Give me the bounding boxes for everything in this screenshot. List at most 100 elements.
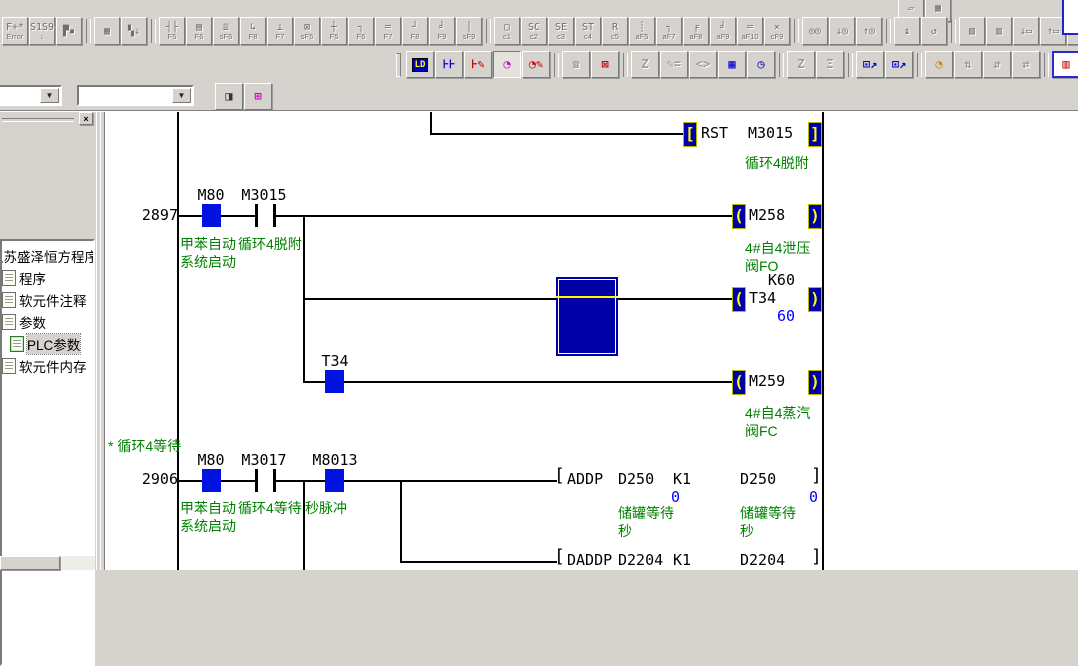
project-data-list-icon: ⊞ [254,90,261,103]
sidebar-item-item1[interactable]: 软元件注释 [2,290,87,310]
copy-stack-button[interactable]: ▥ [986,17,1012,45]
panel-hscrollbar[interactable] [0,556,95,570]
step-sort-button[interactable]: S1S9↓ [29,17,55,45]
addp-instruction[interactable]: ADDP [567,471,603,487]
insert-row-button[interactable]: ↓▭ [1013,17,1039,45]
step-down-button[interactable]: ⇵ [983,51,1011,78]
tree-root-project[interactable]: 江苏盛泽恒方程序2 [0,246,95,266]
instruction-list-button[interactable]: ⊦⊦ [435,51,463,78]
sidebar-item-item2[interactable]: 参数 [2,312,46,332]
contact-t34-on[interactable] [325,370,344,393]
daddp-instruction[interactable]: DADDP [567,552,612,568]
st-button[interactable]: STc4 [575,17,601,45]
open-contact-button[interactable]: ┤├F5 [159,17,185,45]
af10-button[interactable]: ═aF10 [737,17,763,45]
contact-m3017[interactable] [273,469,276,492]
panel-splitter[interactable] [95,112,105,570]
panel-grip[interactable] [2,118,74,122]
sc-button[interactable]: SCc2 [521,17,547,45]
coil-paren-open-active[interactable]: ( [732,204,746,229]
scrollbar-thumb[interactable] [0,556,60,570]
compare-button[interactable]: <> [689,51,717,78]
parallel-branch-button[interactable]: ≣sF6 [213,17,239,45]
corner-up-button[interactable]: ┘F8 [402,17,428,45]
comment-edit-button[interactable]: ⊦✎ [464,51,492,78]
grid-display-button[interactable]: ▦ [94,17,120,45]
contact-m80-on[interactable] [202,204,221,227]
af9-button[interactable]: ╛aF9 [710,17,736,45]
z2-gray-button[interactable]: Z [787,51,815,78]
sidebar-item-item0[interactable]: 程序 [2,268,46,288]
rst-instruction[interactable]: RST [701,125,728,141]
af7-button[interactable]: ┐aF7 [656,17,682,45]
function-key-label: aF5 [636,33,649,41]
se-button[interactable]: SEc3 [548,17,574,45]
se-icon: SE [555,22,567,33]
find-button[interactable]: ◎◎ [802,17,828,45]
step-number-2906: 2906 [135,471,178,487]
vertical-line-button[interactable]: ⊥F7 [267,17,293,45]
device-edit-button[interactable]: ◔✎ [522,51,550,78]
telephone-button[interactable]: ☎ [562,51,590,78]
select-range-button[interactable]: ▨ [959,17,985,45]
vertical-out-button[interactable]: ↳F8 [240,17,266,45]
step-break-button[interactable]: ⇄ [1012,51,1040,78]
contact-m3015[interactable] [273,204,276,227]
addp-op3: D250 [740,471,776,487]
three-gray-button[interactable]: Ξ [816,51,844,78]
program-check-button[interactable]: F+*Error [2,17,28,45]
tree-list-button[interactable]: ▚↓ [121,17,147,45]
c1-button[interactable]: ▢c1 [494,17,520,45]
chevron-down-icon[interactable]: ▼ [40,88,59,103]
clock-find-button[interactable]: ◷ [747,51,775,78]
window-jump1-button[interactable]: ⊡↗ [856,51,884,78]
rst-bracket-open-active[interactable]: [ [683,122,697,147]
coil-paren-open-active[interactable]: ( [732,370,746,395]
edit-cursor[interactable] [556,277,618,356]
line-write-button[interactable]: ╛F9 [429,17,455,45]
find-next-button[interactable]: ↓◎ [829,17,855,45]
monitor-find-button[interactable]: ◔ [925,51,953,78]
toolbar-drag-handle[interactable] [396,53,401,77]
find-prev-button[interactable]: ↑◎ [856,17,882,45]
horizontal-line-button[interactable]: ┼F5 [321,17,347,45]
delete-x-button[interactable]: ⊠ [591,51,619,78]
parallel-contact-button[interactable]: ▤F6 [186,17,212,45]
contact-label: M3015 [235,187,293,203]
coil-m258-label[interactable]: M258 [749,207,785,223]
vline-write-button[interactable]: │sF9 [456,17,482,45]
ladder-mode-button[interactable]: LD [406,51,434,78]
pencil-eq-button[interactable]: ✎= [660,51,688,78]
z-gray-button[interactable]: Z [631,51,659,78]
comment-edit-icon: ⊦✎ [471,58,484,71]
sidebar-item-item4[interactable]: 软元件内存 [2,356,87,376]
window-grid-button[interactable]: ▦ [718,51,746,78]
af5-button[interactable]: ┊aF5 [629,17,655,45]
close-icon[interactable]: × [79,112,93,125]
parallel-contact-icon: ▤ [196,22,202,33]
af8-button[interactable]: ╒aF8 [683,17,709,45]
sidebar-item-plc-parameter[interactable]: PLC参数 [10,334,80,354]
jump-button[interactable]: ↨ [894,17,920,45]
compare-icon: <> [696,58,710,71]
coil-button[interactable]: ⊠sF5 [294,17,320,45]
corner-down-button[interactable]: ┐F6 [348,17,374,45]
r-button[interactable]: Rc5 [602,17,628,45]
step-up-button[interactable]: ⇅ [954,51,982,78]
cf9-button[interactable]: ×cF9 [764,17,790,45]
contact-m8013-on[interactable] [325,469,344,492]
comment-display-button[interactable]: ◨ [215,83,243,110]
coil-m259-label[interactable]: M259 [749,373,785,389]
device-find-button[interactable]: ◔ [493,51,521,78]
program-select-combo[interactable]: ▼ [0,85,62,106]
double-line-button[interactable]: ═F7 [375,17,401,45]
device-select-combo[interactable]: ▼ [77,85,194,106]
contact-m80-on[interactable] [202,469,221,492]
monitor-mode-button[interactable]: ▥ [1052,51,1078,78]
cross-reference-button[interactable]: ↺ [921,17,947,45]
project-data-list-button[interactable]: ⊞ [244,83,272,110]
block-convert-button[interactable]: ▛▪ [56,17,82,45]
chevron-down-icon[interactable]: ▼ [172,88,191,103]
coil-t34-label[interactable]: T34 [749,290,776,306]
window-jump2-button[interactable]: ⊡↗ [885,51,913,78]
